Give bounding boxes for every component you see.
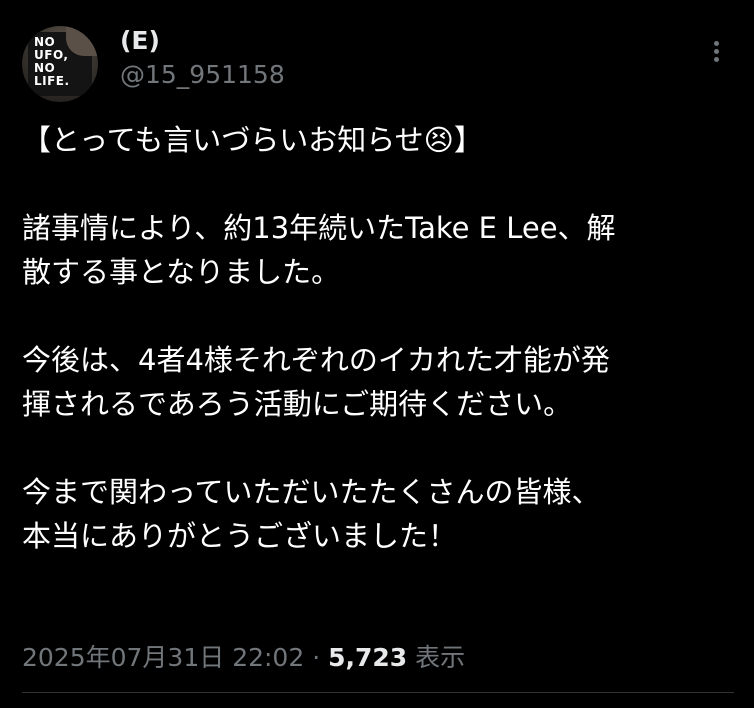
tweet-paragraph: 今まで関わっていただいたたくさんの皆様、 本当にありがとうございました！	[22, 475, 601, 553]
timestamp[interactable]: 2025年07月31日 22:02	[22, 643, 304, 672]
more-dot	[713, 49, 719, 54]
avatar-logo-text: NO UFO, NO LIFE.	[34, 35, 70, 88]
views-label: 表示	[407, 643, 466, 672]
tweet-paragraph: 諸事情により、約13年続いたTake E Lee、解 散する事となりました。	[22, 211, 616, 289]
views-count[interactable]: 5,723	[328, 643, 407, 672]
tweet-text: 【とっても言いづらいお知らせ😣】 諸事情により、約13年続いたTake E Le…	[22, 118, 734, 558]
more-dot	[713, 41, 719, 46]
avatar[interactable]: NO UFO, NO LIFE.	[22, 26, 98, 102]
more-dot	[713, 57, 719, 62]
tweet-paragraph: 今後は、4者4様それぞれのイカれた才能が発 揮されるであろう活動にご期待ください…	[22, 343, 610, 421]
display-name[interactable]: (E)	[120, 26, 160, 55]
more-vertical-icon[interactable]	[704, 38, 728, 70]
meta-separator: ·	[304, 643, 329, 672]
user-handle[interactable]: @15_951158	[120, 60, 285, 89]
tweet-meta: 2025年07月31日 22:02 · 5,723 表示	[22, 638, 465, 674]
divider	[22, 692, 734, 693]
tweet-paragraph: 【とっても言いづらいお知らせ😣】	[22, 123, 483, 157]
